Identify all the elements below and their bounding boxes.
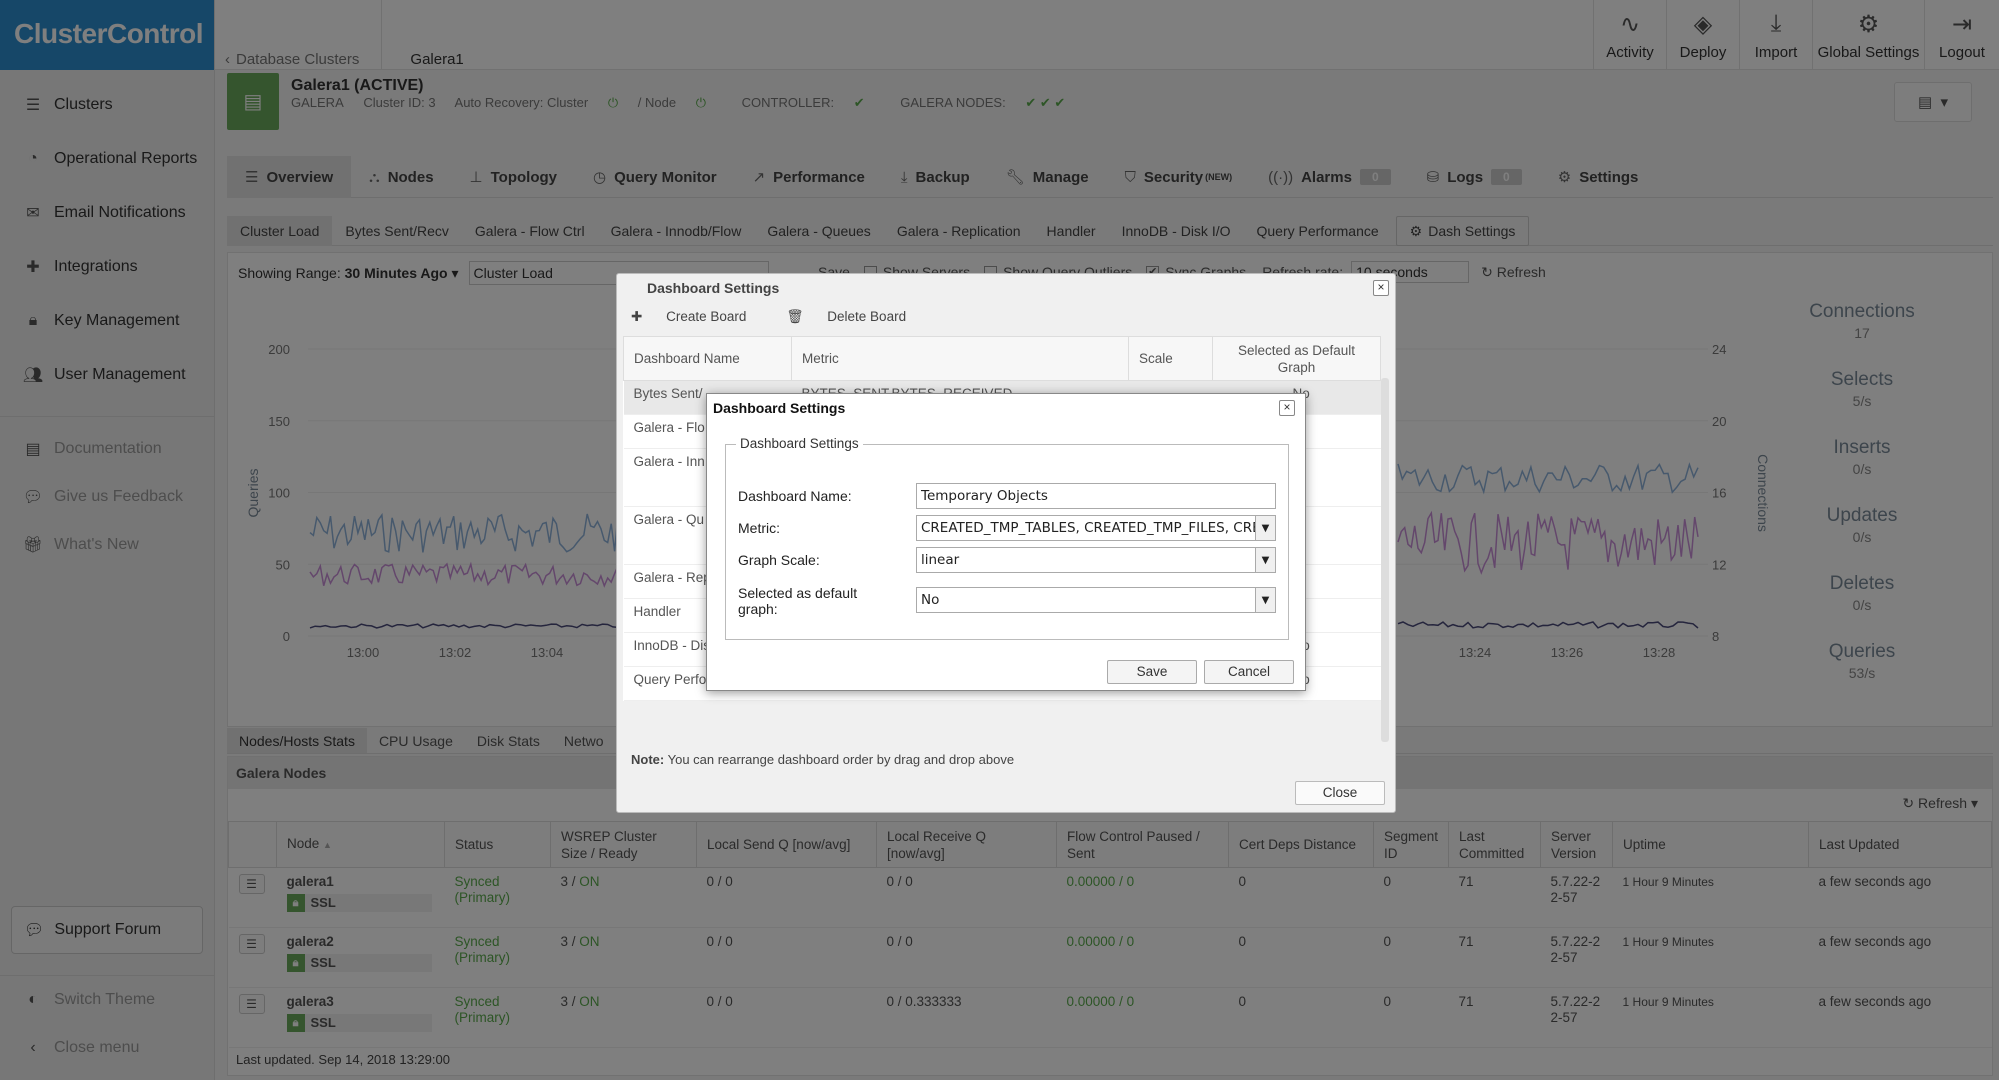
table-header-row: Dashboard Name Metric Scale Selected as … bbox=[623, 336, 1381, 381]
header-scale: Scale bbox=[1128, 336, 1213, 381]
chevron-down-icon: ▼ bbox=[1255, 548, 1275, 572]
default-graph-value: No bbox=[921, 592, 940, 608]
graph-scale-label: Graph Scale: bbox=[738, 552, 820, 568]
dialog-title: Dashboard Settings bbox=[647, 280, 780, 296]
graph-scale-value: linear bbox=[921, 552, 960, 568]
save-button[interactable]: Save bbox=[1107, 660, 1197, 684]
delete-board-button[interactable]: 🗑︎ Delete Board bbox=[786, 309, 926, 325]
close-icon[interactable]: × bbox=[1373, 280, 1389, 296]
board-toolbar: ✚ Create Board 🗑︎ Delete Board bbox=[631, 309, 946, 325]
create-board-label: Create Board bbox=[666, 309, 747, 324]
app-window: ClusterControl ☰Clusters ◔Operational Re… bbox=[0, 0, 1999, 1080]
plus-icon: ✚ bbox=[631, 309, 643, 324]
fieldset-legend: Dashboard Settings bbox=[736, 436, 863, 451]
close-button[interactable]: Close bbox=[1295, 781, 1385, 805]
header-dashboard-name: Dashboard Name bbox=[623, 336, 792, 381]
trash-icon: 🗑︎ bbox=[786, 309, 804, 324]
close-icon[interactable]: × bbox=[1279, 400, 1295, 416]
settings-fieldset: Dashboard Settings Dashboard Name: Tempo… bbox=[725, 436, 1289, 640]
graph-scale-select[interactable]: linear ▼ bbox=[916, 547, 1276, 573]
chevron-down-icon: ▼ bbox=[1255, 588, 1275, 612]
metric-select[interactable]: CREATED_TMP_TABLES, CREATED_TMP_FILES, C… bbox=[916, 515, 1276, 541]
dialog-note: Note: You can rearrange dashboard order … bbox=[631, 752, 1014, 767]
header-default-graph: Selected as Default Graph bbox=[1212, 336, 1381, 381]
boards-scrollbar[interactable] bbox=[1381, 378, 1389, 742]
header-metric: Metric bbox=[791, 336, 1129, 381]
note-label: Note: bbox=[631, 752, 665, 767]
metric-label: Metric: bbox=[738, 520, 780, 536]
dialog-title: Dashboard Settings bbox=[713, 400, 846, 416]
delete-board-label: Delete Board bbox=[827, 309, 907, 324]
default-graph-select[interactable]: No ▼ bbox=[916, 587, 1276, 613]
create-board-button[interactable]: ✚ Create Board bbox=[631, 309, 766, 325]
dashboard-name-label: Dashboard Name: bbox=[738, 488, 852, 504]
cancel-button[interactable]: Cancel bbox=[1204, 660, 1294, 684]
dashboard-name-input[interactable]: Temporary Objects bbox=[916, 483, 1276, 509]
default-graph-label: Selected as default graph: bbox=[738, 585, 858, 617]
metric-value: CREATED_TMP_TABLES, CREATED_TMP_FILES, C… bbox=[921, 520, 1261, 536]
edit-board-dialog: Dashboard Settings × Dashboard Settings … bbox=[706, 393, 1306, 691]
note-text: You can rearrange dashboard order by dra… bbox=[667, 752, 1015, 767]
chevron-down-icon: ▼ bbox=[1255, 516, 1275, 540]
